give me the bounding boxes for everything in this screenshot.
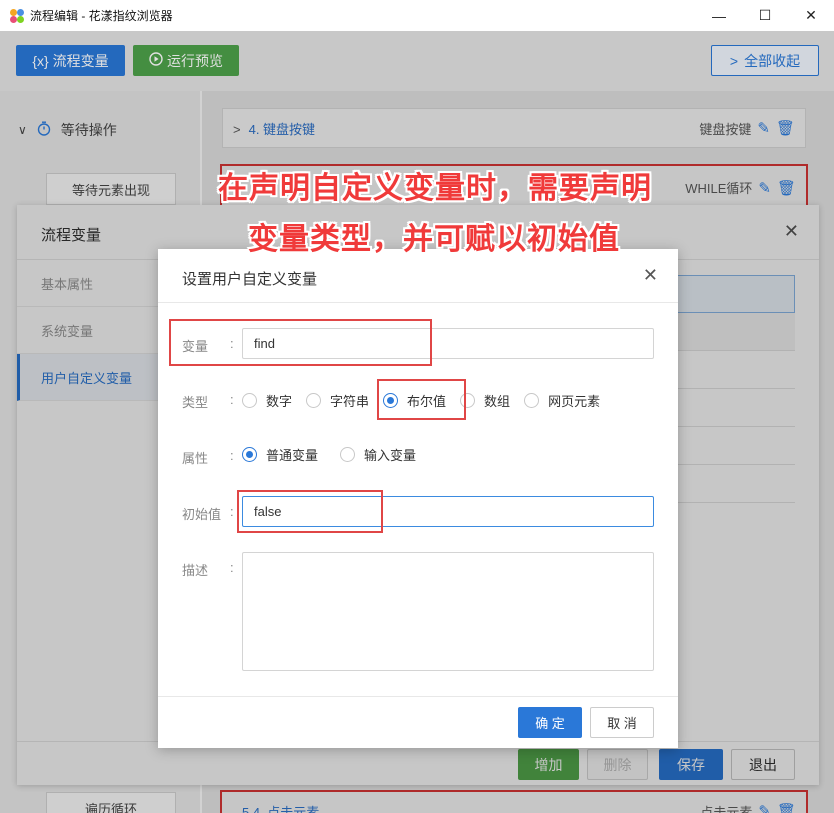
description-textarea[interactable] — [242, 552, 654, 671]
close-icon[interactable]: ✕ — [643, 265, 658, 286]
annotation-highlight-type — [377, 379, 466, 420]
annotation-highlight-initial — [237, 490, 383, 533]
ok-button[interactable]: 确 定 — [518, 707, 582, 738]
type-radio-array[interactable]: 数组 — [460, 391, 510, 410]
type-radio-number[interactable]: 数字 — [242, 391, 292, 410]
colon: : — [230, 448, 234, 463]
annotation-caption-line1: 在声明自定义变量时，需要声明 — [218, 172, 652, 205]
description-label: 描述 — [182, 563, 209, 578]
colon: : — [230, 560, 234, 575]
type-radio-string[interactable]: 字符串 — [306, 391, 369, 410]
window-title: 流程编辑 - 花漾指纹浏览器 — [30, 9, 173, 23]
attribute-label: 属性 — [182, 451, 209, 466]
close-window-button[interactable]: ✕ — [788, 0, 834, 31]
type-label: 类型 — [182, 395, 209, 410]
window-titlebar: 流程编辑 - 花漾指纹浏览器 — ☐ ✕ — [0, 0, 834, 31]
colon: : — [230, 392, 234, 407]
minimize-button[interactable]: — — [696, 0, 742, 31]
colon: : — [230, 504, 234, 519]
attr-radio-normal[interactable]: 普通变量 — [242, 445, 318, 464]
maximize-button[interactable]: ☐ — [742, 0, 788, 31]
annotation-caption-line2: 变量类型，并可赋以初始值 — [248, 223, 620, 256]
initial-value-label: 初始值 — [182, 507, 222, 522]
dialog-footer: 确 定 取 消 — [158, 696, 678, 748]
type-radio-element[interactable]: 网页元素 — [524, 391, 600, 410]
app-logo-icon — [10, 8, 24, 23]
cancel-button[interactable]: 取 消 — [590, 707, 654, 738]
attribute-radio-group: 普通变量 输入变量 — [242, 445, 430, 464]
annotation-highlight-variable — [169, 319, 432, 366]
attr-radio-input[interactable]: 输入变量 — [340, 445, 416, 464]
dialog-title: 设置用户自定义变量 — [182, 271, 318, 288]
